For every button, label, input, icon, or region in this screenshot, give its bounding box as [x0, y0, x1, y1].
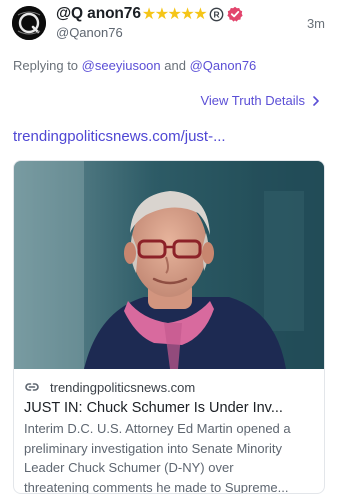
- link-preview-card[interactable]: trendingpoliticsnews.com JUST IN: Chuck …: [13, 160, 325, 494]
- replying-and: and: [164, 58, 186, 73]
- card-domain-row: trendingpoliticsnews.com: [24, 379, 317, 395]
- card-description-line: preliminary investigation into Senate Mi…: [24, 440, 282, 456]
- avatar[interactable]: [12, 6, 46, 40]
- mention-link-qanon76[interactable]: @Qanon76: [190, 58, 257, 73]
- author-name-row: @Q anon76 ★★★★★ R: [56, 4, 243, 24]
- post-timestamp[interactable]: 3m: [307, 16, 325, 31]
- view-truth-details-link[interactable]: View Truth Details: [200, 93, 321, 108]
- link-icon: [25, 383, 39, 391]
- card-title[interactable]: JUST IN: Chuck Schumer Is Under Inv...: [24, 398, 317, 418]
- card-domain: trendingpoliticsnews.com: [50, 379, 196, 395]
- replying-to-line: Replying to @seeyiusoon and @Qanon76: [13, 58, 256, 73]
- card-description: Interim D.C. U.S. Attorney Ed Martin ope…: [24, 419, 317, 494]
- card-description-line: threatening comments he made to Supreme.…: [24, 479, 289, 494]
- mention-link-seeyiusoon[interactable]: @seeyiusoon: [82, 58, 161, 73]
- post-header: @Q anon76 ★★★★★ R @Qanon76 3m: [0, 0, 339, 50]
- registered-icon: R: [209, 7, 224, 21]
- card-description-line: Leader Chuck Schumer (D-NY) over: [24, 460, 234, 475]
- replying-prefix: Replying to: [13, 58, 79, 73]
- star-emoji-icons: ★★★★★: [141, 6, 208, 23]
- verified-badge-icon: [227, 6, 243, 22]
- chevron-right-icon: [313, 95, 319, 106]
- post-url-link[interactable]: trendingpoliticsnews.com/just-...: [13, 128, 226, 145]
- card-preview-image[interactable]: [14, 161, 325, 369]
- author-handle[interactable]: @Qanon76: [56, 25, 123, 40]
- svg-text:R: R: [214, 9, 220, 19]
- card-description-line: Interim D.C. U.S. Attorney Ed Martin ope…: [24, 421, 291, 436]
- author-display-name[interactable]: @Q anon76: [56, 5, 141, 23]
- q-logo-avatar-icon: [12, 6, 46, 40]
- view-truth-details-label: View Truth Details: [200, 93, 305, 108]
- card-body: trendingpoliticsnews.com JUST IN: Chuck …: [14, 369, 324, 494]
